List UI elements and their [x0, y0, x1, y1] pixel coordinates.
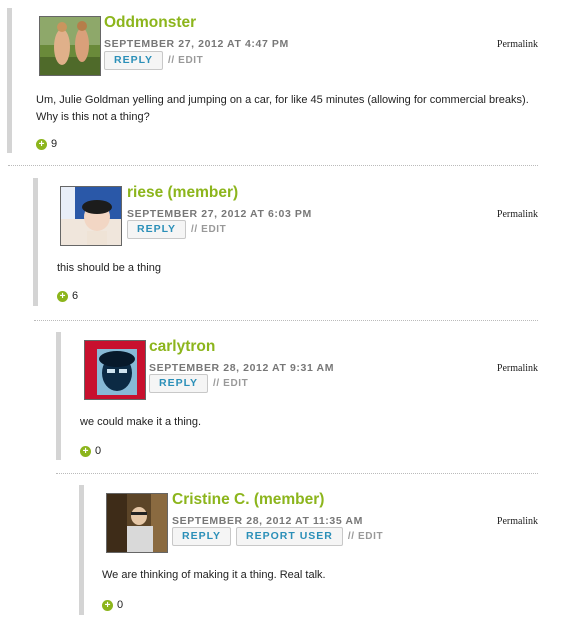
thread-bar [79, 485, 84, 615]
reply-button[interactable]: REPLY [104, 51, 164, 70]
comment-actions: REPLY // EDIT [127, 220, 226, 239]
report-user-button[interactable]: REPORT USER [236, 527, 343, 546]
vote-count: 9 [51, 138, 58, 150]
comment-date[interactable]: SEPTEMBER 27, 2012 AT 6:03 PM [127, 208, 312, 220]
vote-widget: + 0 [102, 599, 123, 611]
edit-link[interactable]: // EDIT [168, 55, 203, 66]
comment-body: We are thinking of making it a thing. Re… [102, 569, 326, 581]
comment-author[interactable]: Cristine C. (member) [172, 491, 324, 509]
reply-button[interactable]: REPLY [127, 220, 187, 239]
comment-actions: REPLY // EDIT [104, 51, 203, 70]
comment-divider [56, 473, 538, 474]
comment-date[interactable]: SEPTEMBER 27, 2012 AT 4:47 PM [104, 38, 289, 50]
avatar[interactable] [60, 186, 122, 246]
comment-author[interactable]: Oddmonster [104, 14, 196, 32]
vote-widget: + 9 [36, 138, 57, 150]
comment-riese: riese (member) SEPTEMBER 27, 2012 AT 6:0… [0, 178, 584, 308]
comment-actions: REPLY REPORT USER // EDIT [172, 527, 383, 546]
thread-bar [7, 8, 12, 153]
vote-widget: + 6 [57, 290, 78, 302]
permalink-link[interactable]: Permalink [497, 363, 538, 374]
comment-cristine: Cristine C. (member) SEPTEMBER 28, 2012 … [0, 485, 584, 624]
permalink-link[interactable]: Permalink [497, 516, 538, 527]
comment-body: this should be a thing [57, 262, 161, 274]
permalink-link[interactable]: Permalink [497, 39, 538, 50]
vote-widget: + 0 [80, 445, 101, 457]
comment-author[interactable]: carlytron [149, 338, 215, 356]
comment-actions: REPLY // EDIT [149, 374, 248, 393]
comment-carlytron: carlytron SEPTEMBER 28, 2012 AT 9:31 AM … [0, 332, 584, 462]
comment-author[interactable]: riese (member) [127, 184, 238, 202]
thread-bar [56, 332, 61, 460]
plus-circle-icon[interactable]: + [102, 599, 113, 611]
plus-circle-icon[interactable]: + [36, 138, 47, 150]
comment-divider [34, 320, 538, 321]
avatar[interactable] [106, 493, 168, 553]
comment-date[interactable]: SEPTEMBER 28, 2012 AT 11:35 AM [172, 515, 363, 527]
thread-bar [33, 178, 38, 306]
comment-oddmonster: Oddmonster SEPTEMBER 27, 2012 AT 4:47 PM… [0, 8, 584, 156]
permalink-link[interactable]: Permalink [497, 209, 538, 220]
reply-button[interactable]: REPLY [149, 374, 209, 393]
plus-circle-icon[interactable]: + [80, 445, 91, 457]
edit-link[interactable]: // EDIT [348, 531, 383, 542]
avatar[interactable] [84, 340, 146, 400]
comment-date[interactable]: SEPTEMBER 28, 2012 AT 9:31 AM [149, 362, 334, 374]
comment-divider [8, 165, 538, 166]
plus-circle-icon[interactable]: + [57, 290, 68, 302]
edit-link[interactable]: // EDIT [191, 224, 226, 235]
comment-body: we could make it a thing. [80, 416, 202, 428]
edit-link[interactable]: // EDIT [213, 378, 248, 389]
vote-count: 6 [72, 290, 79, 302]
avatar[interactable] [39, 16, 101, 76]
comment-body: Um, Julie Goldman yelling and jumping on… [36, 94, 529, 123]
vote-count: 0 [117, 599, 124, 611]
reply-button[interactable]: REPLY [172, 527, 232, 546]
vote-count: 0 [95, 445, 102, 457]
